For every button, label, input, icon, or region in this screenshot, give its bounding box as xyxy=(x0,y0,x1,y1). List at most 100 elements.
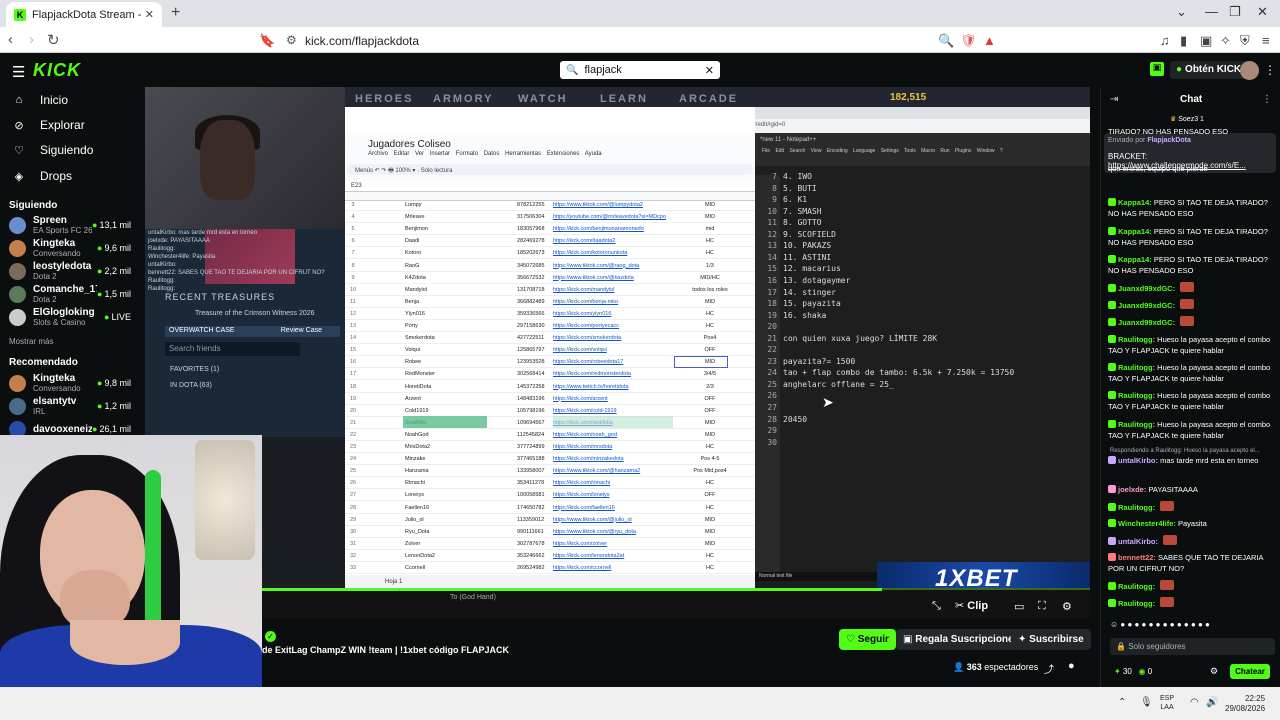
show-more-link[interactable]: Mostrar más xyxy=(9,337,53,346)
clip-button[interactable]: ✂ Clip xyxy=(955,599,988,612)
chat-username[interactable]: Raulitogg: xyxy=(1118,582,1155,591)
player-link[interactable]: https://kick.com/redmonsterdota xyxy=(553,371,673,377)
microphone-icon[interactable]: 🎙 xyxy=(1140,697,1153,708)
player-link[interactable]: https://youtube.com/@mrleavedota?si=MDcp… xyxy=(553,214,673,220)
sidebar-item-siguiendo[interactable]: ♡ Siguiendo xyxy=(12,143,93,157)
player-link[interactable]: https://www.tiktok.com/@lumpydota2 xyxy=(553,202,673,208)
maximize-icon[interactable]: ❐ xyxy=(1229,4,1241,20)
chat-username[interactable]: untalKirbo: xyxy=(1118,456,1158,465)
player-link[interactable]: https://kick.com/loneiys xyxy=(553,492,673,498)
user-avatar[interactable] xyxy=(1240,61,1259,80)
rewards-icon[interactable]: ▲ xyxy=(983,33,996,48)
player-link[interactable]: https://www.twitch.tv/horetidota xyxy=(553,384,673,390)
player-link[interactable]: https://kick.com/zolver xyxy=(553,541,673,547)
chat-username[interactable]: Raulitogg: xyxy=(1118,599,1155,608)
chat-username[interactable]: joelxde: xyxy=(1118,485,1146,494)
channel-item[interactable]: ElGlogloking Slots & Casino ● LIVE xyxy=(9,303,131,331)
more-options-icon[interactable]: ● xyxy=(1068,660,1075,672)
player-link[interactable]: https://kick.com/arzent xyxy=(553,396,673,402)
chat-username[interactable]: Raulitogg: xyxy=(1118,391,1155,400)
minimize-icon[interactable]: — xyxy=(1205,4,1218,19)
back-icon[interactable]: ‹ xyxy=(8,31,13,48)
chat-username[interactable]: Kappa14: xyxy=(1118,255,1152,264)
browser-tab[interactable]: K FlapjackDota Stream - Watch Li ✕ xyxy=(6,2,162,27)
player-link[interactable]: https://kick.com/cold-1919 xyxy=(553,408,673,414)
wallet-icon[interactable]: ▣ xyxy=(1200,33,1212,49)
player-link[interactable]: https://kick.com/portyecacc xyxy=(553,323,673,329)
chat-username[interactable]: Raulitogg: xyxy=(1118,503,1155,512)
player-link[interactable]: https://kick.com/ylyn016 xyxy=(553,311,673,317)
picture-in-picture-icon[interactable]: ⤡ xyxy=(932,600,941,613)
reload-icon[interactable]: ↻ xyxy=(47,31,60,49)
wifi-icon[interactable]: ◠ xyxy=(1190,697,1199,708)
player-link[interactable]: https://kick.com/robeedota17 xyxy=(553,359,673,365)
menu-icon[interactable]: ≡ xyxy=(1262,33,1270,48)
player-link[interactable]: https://www.tiktok.com/@julio_ol xyxy=(553,517,673,523)
zoom-icon[interactable]: 🔍 xyxy=(938,33,954,49)
follow-button[interactable]: ♡ Seguir xyxy=(839,629,896,650)
settings-icon[interactable]: ⚙ xyxy=(1062,600,1072,613)
player-link[interactable]: https://kick.com/benjimonanamonedo xyxy=(553,226,673,232)
emote-bar[interactable]: ☺ ● ● ● ● ● ● ● ● ● ● ● ● ● xyxy=(1110,620,1210,629)
chat-username[interactable]: Raulitogg: xyxy=(1118,363,1155,372)
chat-username[interactable]: Raulitogg: xyxy=(1118,335,1155,344)
close-window-icon[interactable]: ✕ xyxy=(1257,4,1268,20)
sidebar-item-inicio[interactable]: ⌂ Inicio xyxy=(12,93,68,107)
collapse-chat-icon[interactable]: ⇥ xyxy=(1110,94,1118,105)
player-link[interactable]: https://kick.com/smokerdota xyxy=(553,335,673,341)
clear-search-icon[interactable]: ✕ xyxy=(705,64,714,77)
sidebar-item-explorar[interactable]: ⊘ Explorar xyxy=(12,118,84,132)
sidebar-toggle-icon[interactable]: ▮ xyxy=(1180,33,1187,49)
chat-username[interactable]: Winchester4life: xyxy=(1118,519,1176,528)
media-icon[interactable]: ♫ xyxy=(1160,33,1170,48)
chat-username[interactable]: bennett22: xyxy=(1118,553,1156,562)
ai-icon[interactable]: ✧ xyxy=(1220,33,1231,49)
sidebar-item-drops[interactable]: ◈ Drops xyxy=(12,169,72,183)
search-input[interactable]: 🔍 flapjack ✕ xyxy=(560,61,720,79)
player-link[interactable]: https://kick.com/noah_god xyxy=(553,432,673,438)
player-link[interactable]: https://www.tiktok.com/@ryu_dota xyxy=(553,529,673,535)
url-field[interactable]: kick.com/flapjackdota xyxy=(305,34,419,48)
bookmark-icon[interactable]: 🔖 xyxy=(259,33,275,49)
player-link[interactable]: https://kick.com/rimachi xyxy=(553,480,673,486)
chat-settings-icon[interactable]: ⚙ xyxy=(1210,666,1218,677)
chat-username[interactable]: Kappa14: xyxy=(1118,227,1152,236)
kick-logo[interactable]: KICK xyxy=(33,60,81,81)
chat-username[interactable]: Juanxd99xdGC: xyxy=(1118,301,1175,310)
chat-username[interactable]: Juanxd99xdGC: xyxy=(1118,284,1175,293)
tray-overflow-icon[interactable]: ⌃ xyxy=(1118,697,1126,708)
fullscreen-icon[interactable]: ⛶ xyxy=(1038,600,1046,613)
vpn-icon[interactable]: ⛨ xyxy=(1240,33,1250,49)
theater-mode-icon[interactable]: ▭ xyxy=(1014,600,1024,613)
player-link[interactable]: https://kick.com/volqui xyxy=(553,347,673,353)
brave-shield-icon[interactable]: 🛡 xyxy=(960,33,977,49)
player-link[interactable]: https://kick.com/lenondota2at xyxy=(553,553,673,559)
player-link[interactable]: https://kick.com/benja-mko xyxy=(553,299,673,305)
clock[interactable]: 22:25 29/08/2026 xyxy=(1225,694,1265,714)
send-chat-button[interactable]: Chatear xyxy=(1230,664,1270,679)
gift-subs-button[interactable]: ▣ Regala Suscripciones xyxy=(896,629,1027,650)
keyboard-language[interactable]: ESP LAA xyxy=(1160,694,1174,712)
subscribe-button[interactable]: ✦ Suscribirse xyxy=(1011,629,1091,650)
chat-username[interactable]: untalKirbo: xyxy=(1118,537,1158,546)
new-tab-icon[interactable]: + xyxy=(171,4,180,22)
player-link[interactable]: https://www.tiktok.com/@hanzama2 xyxy=(553,468,673,474)
player-link[interactable]: https://kick.com/minzakedota xyxy=(553,456,673,462)
player-link[interactable]: https://kick.com/daadota2 xyxy=(553,238,673,244)
volume-icon[interactable]: 🔊 xyxy=(1206,697,1218,708)
player-link[interactable]: https://www.tiktok.com/@kazdota xyxy=(553,275,673,281)
player-link[interactable]: https://www.tiktok.com/@raog_dota xyxy=(553,263,673,269)
kicks-wallet-icon[interactable]: ▣ xyxy=(1150,62,1164,76)
player-link[interactable]: https://kick.com/mandylol xyxy=(553,287,673,293)
chat-username[interactable]: Kappa14: xyxy=(1118,198,1152,207)
tab-search-icon[interactable]: ⌄ xyxy=(1176,4,1187,20)
chat-username[interactable]: Juanxd99xdGC: xyxy=(1118,318,1175,327)
site-info-icon[interactable]: ⚙ xyxy=(286,33,297,47)
share-icon[interactable]: ⤴ xyxy=(1044,661,1054,676)
more-icon[interactable]: ⋮ xyxy=(1264,63,1276,77)
forward-icon[interactable]: › xyxy=(29,31,34,48)
hamburger-menu-icon[interactable]: ☰ xyxy=(12,63,25,81)
chat-input[interactable]: 🔒 Solo seguidores xyxy=(1110,638,1275,655)
player-link[interactable]: https://kick.com/ccornell xyxy=(553,565,673,571)
chat-users-icon[interactable]: ⋮ xyxy=(1262,94,1272,105)
